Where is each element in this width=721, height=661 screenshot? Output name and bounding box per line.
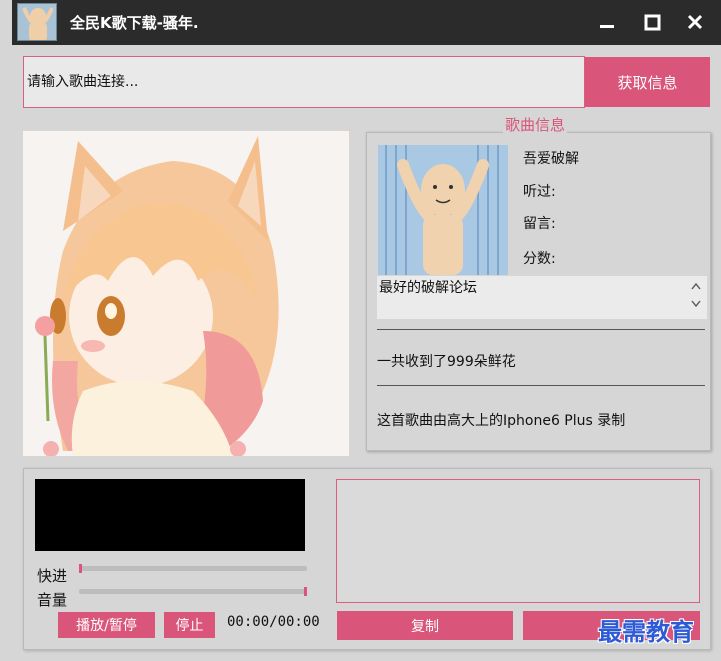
watermark: 最需教育 [598,617,694,646]
close-icon[interactable] [680,8,710,36]
app-window: 全民K歌下载-骚年. 获取信息 [0,0,721,661]
chevron-up-icon[interactable] [691,280,701,293]
volume-slider[interactable] [79,587,307,596]
title-bar[interactable]: 全民K歌下载-骚年. [12,0,721,45]
window-title: 全民K歌下载-骚年. [70,14,199,32]
song-url-input[interactable] [23,56,585,108]
stop-button[interactable]: 停止 [164,612,215,638]
flowers-text: 一共收到了999朵鲜花 [377,354,516,370]
volume-handle[interactable] [304,587,307,596]
listened-label: 听过: [523,184,556,200]
app-icon [17,3,57,41]
divider [377,385,705,386]
fast-forward-slider[interactable] [79,564,307,573]
video-display [35,479,305,551]
volume-label: 音量 [37,591,68,609]
avatar [378,145,508,275]
fast-forward-handle[interactable] [79,564,82,573]
time-display: 00:00/00:00 [227,614,320,630]
song-info-title: 歌曲信息 [503,114,568,135]
username-label: 吾爱破解 [523,151,579,167]
get-info-button[interactable]: 获取信息 [585,57,710,107]
song-info-panel: 吾爱破解 听过: 留言: 分数: 最好的破解论坛 一共收到了999朵鲜花 这首歌… [366,132,711,451]
comments-label: 留言: [523,216,556,232]
comment-text: 最好的破解论坛 [379,280,477,296]
fast-forward-label: 快进 [37,567,68,585]
divider [377,329,705,330]
record-device-text: 这首歌曲由高大上的Iphone6 Plus 录制 [377,413,626,429]
cover-image [23,131,349,456]
copy-button[interactable]: 复制 [337,611,513,640]
minimize-icon[interactable] [592,8,622,36]
maximize-icon[interactable] [637,8,667,36]
score-label: 分数: [523,251,556,267]
comment-box[interactable]: 最好的破解论坛 [377,276,707,319]
chevron-down-icon[interactable] [691,298,701,311]
play-pause-button[interactable]: 播放/暂停 [58,612,155,638]
output-textarea[interactable] [336,479,700,603]
